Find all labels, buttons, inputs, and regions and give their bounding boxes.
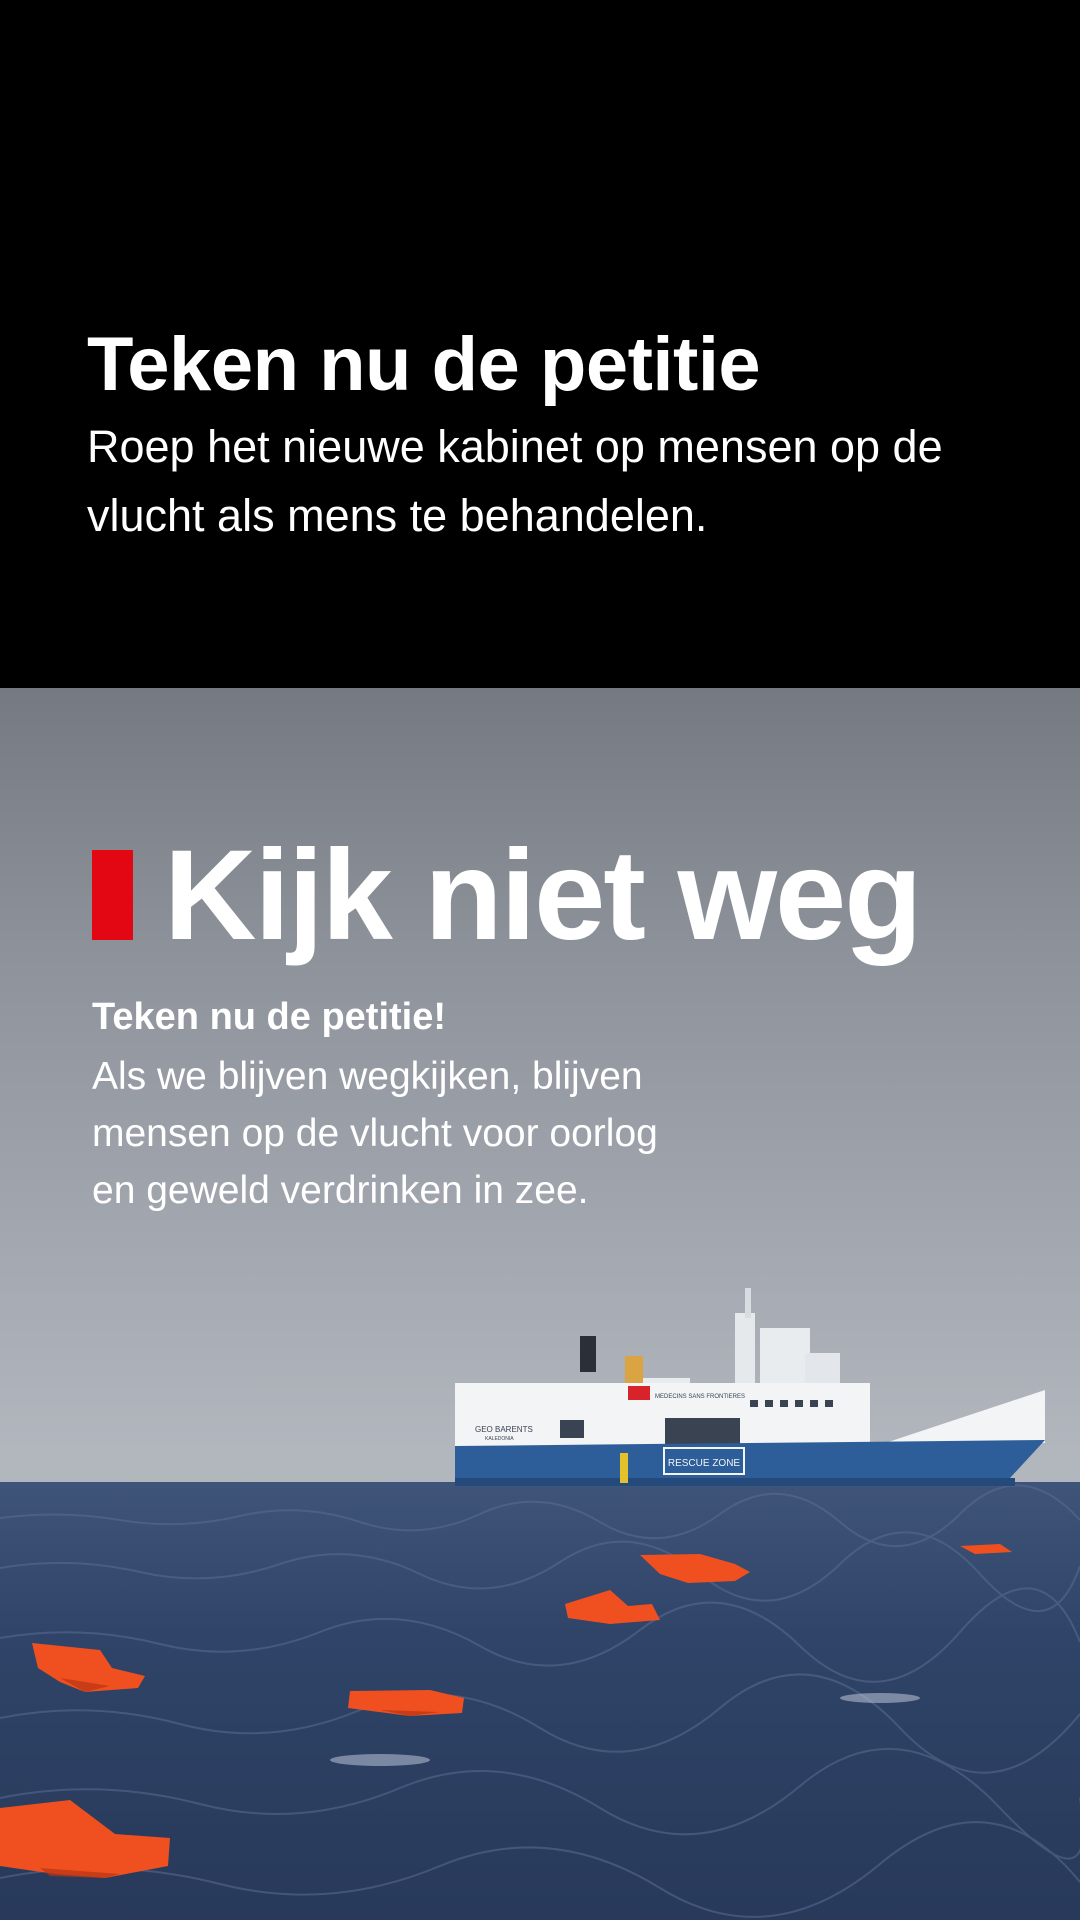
petition-subtitle: Roep het nieuwe kabinet op mensen op de …	[87, 421, 943, 541]
campaign-headline: Kijk niet weg	[164, 824, 922, 967]
campaign-body-text: Als we blijven wegkijken, blijven mensen…	[92, 1048, 812, 1219]
rescue-zone-sign: RESCUE ZONE	[668, 1458, 741, 1469]
body-line-1: Als we blijven wegkijken, blijven	[92, 1055, 643, 1098]
petition-banner: Teken nu de petitie Roep het nieuwe kabi…	[0, 0, 1080, 688]
accent-bar	[92, 850, 133, 940]
ship-port: KALEDONIA	[485, 1436, 514, 1442]
petition-call-to-action: Teken nu de petitie!	[92, 996, 447, 1038]
rescue-ship: MEDECINS SANS FRONTIERES GEO BARENTS KAL…	[455, 1288, 1045, 1486]
body-line-2: mensen op de vlucht voor oorlog	[92, 1112, 658, 1155]
ship-name: GEO BARENTS	[475, 1425, 533, 1434]
ship-logo-text: MEDECINS SANS FRONTIERES	[655, 1394, 745, 1400]
petition-title: Teken nu de petitie	[87, 322, 761, 407]
body-line-3: en geweld verdrinken in zee.	[92, 1169, 589, 1212]
